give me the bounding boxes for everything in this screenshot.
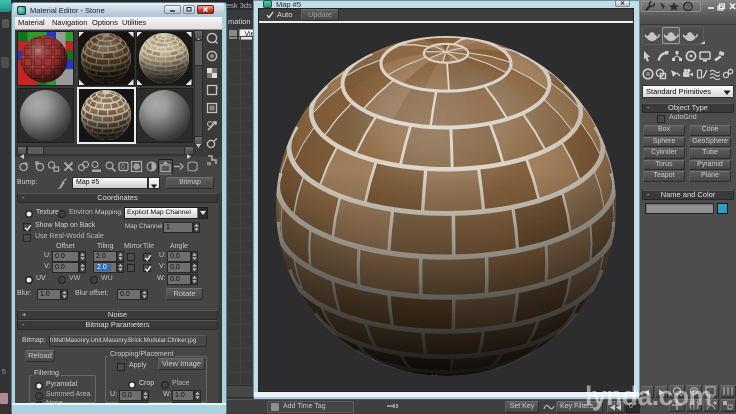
svg-text:0: 0	[121, 164, 125, 171]
svg-text:?: ?	[686, 5, 690, 12]
